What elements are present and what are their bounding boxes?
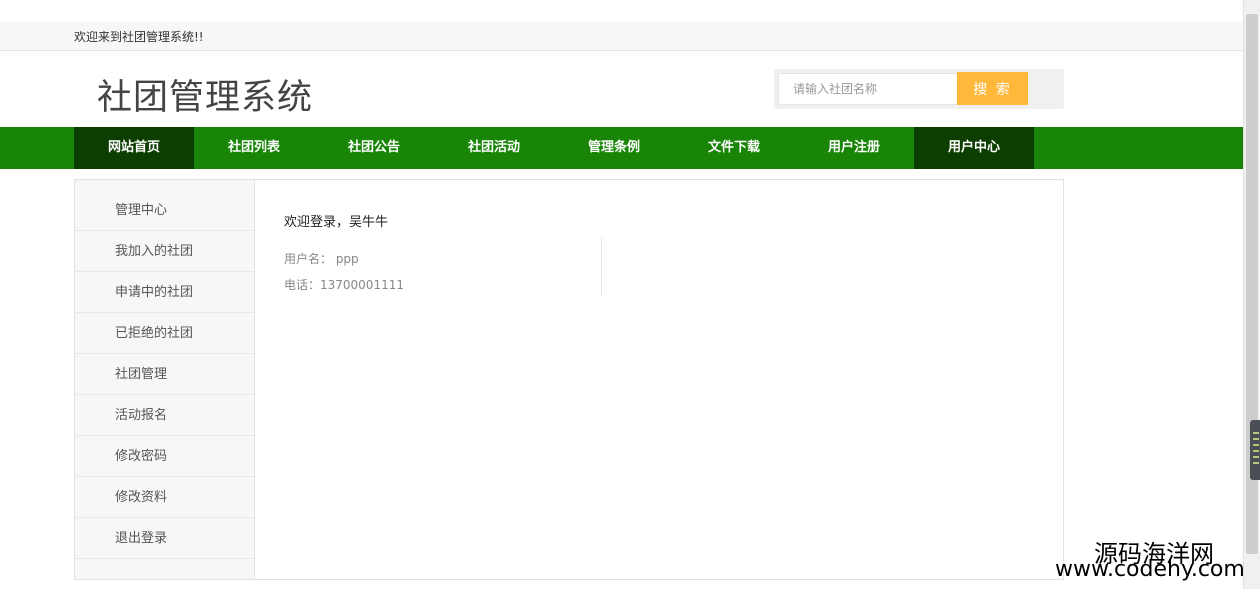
- top-bar: 欢迎来到社团管理系统!!: [0, 22, 1243, 51]
- sidebar-item-joined-clubs[interactable]: 我加入的社团: [75, 231, 254, 272]
- nav-item-club-list[interactable]: 社团列表: [194, 127, 314, 169]
- sidebar: 管理中心 我加入的社团 申请中的社团 已拒绝的社团 社团管理 活动报名 修改密码…: [75, 180, 255, 579]
- nav-item-club-activity[interactable]: 社团活动: [434, 127, 554, 169]
- nav-item-club-notice[interactable]: 社团公告: [314, 127, 434, 169]
- search-input[interactable]: [778, 73, 958, 105]
- nav-item-home[interactable]: 网站首页: [74, 127, 194, 169]
- side-widget-icon[interactable]: [1250, 420, 1260, 480]
- info-divider: [601, 238, 602, 296]
- content-panel: 管理中心 我加入的社团 申请中的社团 已拒绝的社团 社团管理 活动报名 修改密码…: [74, 179, 1064, 580]
- sidebar-item-activity-signup[interactable]: 活动报名: [75, 395, 254, 436]
- sidebar-item-logout[interactable]: 退出登录: [75, 518, 254, 559]
- nav-item-downloads[interactable]: 文件下载: [674, 127, 794, 169]
- nav-item-register[interactable]: 用户注册: [794, 127, 914, 169]
- welcome-text: 欢迎来到社团管理系统!!: [74, 30, 204, 44]
- sidebar-item-change-password[interactable]: 修改密码: [75, 436, 254, 477]
- search-box: 搜 索: [774, 69, 1064, 109]
- sidebar-item-admin-center[interactable]: 管理中心: [75, 190, 254, 231]
- sidebar-item-pending-clubs[interactable]: 申请中的社团: [75, 272, 254, 313]
- sidebar-item-edit-profile[interactable]: 修改资料: [75, 477, 254, 518]
- greeting-text: 欢迎登录，吴牛牛: [284, 215, 389, 230]
- main-content: 欢迎登录，吴牛牛 用户名： ppp 电话：13700001111: [256, 180, 1063, 579]
- page-scrollbar[interactable]: [1243, 0, 1260, 589]
- username-info: 用户名： ppp: [284, 252, 359, 266]
- phone-info: 电话：13700001111: [284, 278, 404, 292]
- sidebar-item-rejected-clubs[interactable]: 已拒绝的社团: [75, 313, 254, 354]
- header: 社团管理系统 搜 索: [0, 51, 1243, 127]
- sidebar-item-club-management[interactable]: 社团管理: [75, 354, 254, 395]
- site-title: 社团管理系统: [97, 78, 314, 118]
- main-nav: 网站首页 社团列表 社团公告 社团活动 管理条例 文件下载 用户注册 用户中心: [0, 127, 1243, 169]
- page: 欢迎来到社团管理系统!! 社团管理系统 搜 索 网站首页 社团列表 社团公告 社…: [0, 0, 1260, 589]
- nav-item-regulations[interactable]: 管理条例: [554, 127, 674, 169]
- watermark-url: www.codehy.com: [1055, 557, 1245, 582]
- nav-item-user-center[interactable]: 用户中心: [914, 127, 1034, 169]
- search-button[interactable]: 搜 索: [957, 72, 1028, 105]
